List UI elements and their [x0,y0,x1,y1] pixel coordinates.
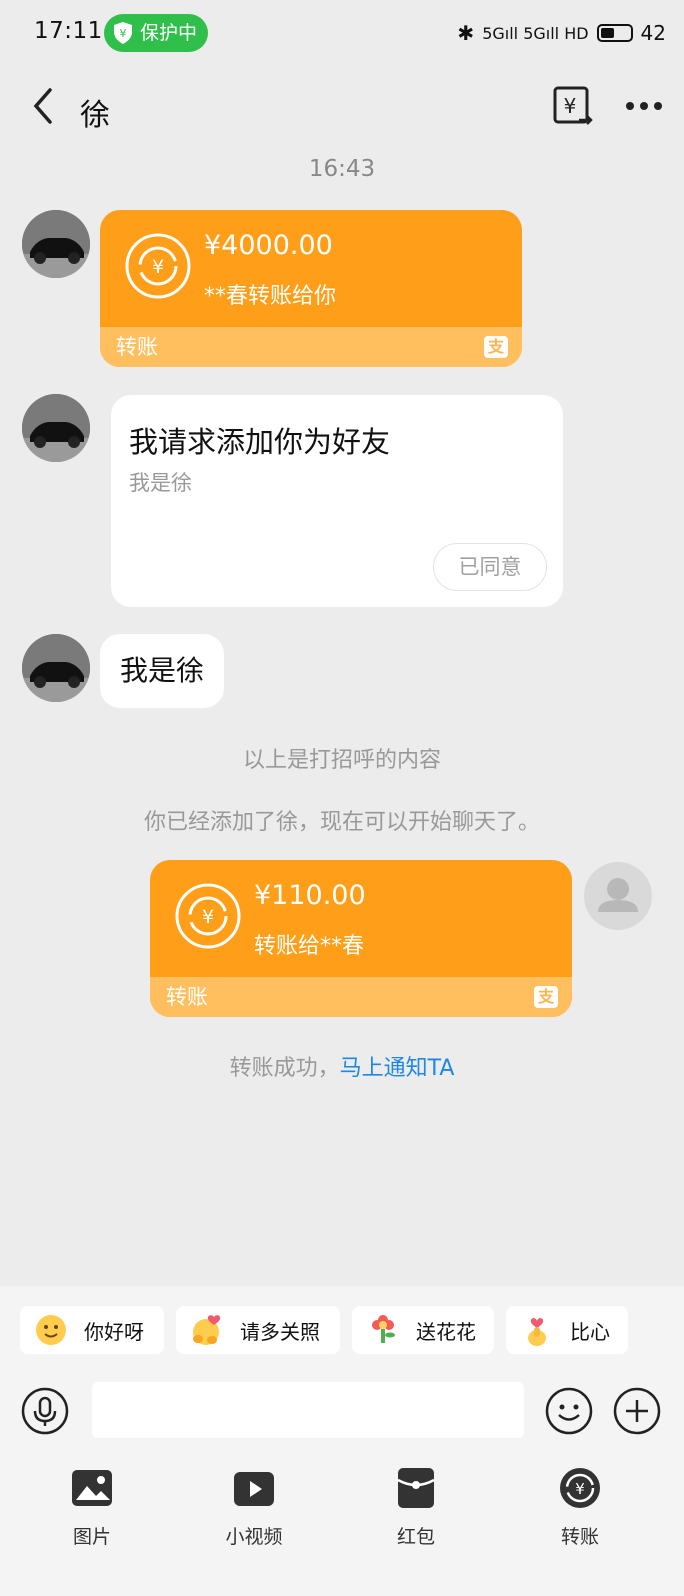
microphone-icon[interactable] [20,1386,70,1436]
back-arrow-icon[interactable] [28,86,58,126]
status-indicators: ✱ 5Gıll 5Gıll HD 42 [457,18,666,48]
status-time: 17:11 [34,18,103,44]
car-photo-icon [22,210,90,278]
contact-avatar[interactable] [22,394,90,462]
tool-image[interactable]: 图片 [42,1466,142,1549]
hugging-face-icon [193,1315,221,1345]
svg-text:¥: ¥ [564,94,577,118]
finger-heart-icon [528,1318,546,1346]
quick-reply-chip[interactable]: 请多关照 [176,1306,340,1354]
alipay-icon: 支 [484,336,508,358]
more-options-icon[interactable] [624,98,664,114]
transfer-description: **春转账给你 [204,284,337,309]
image-icon [72,1470,112,1506]
transfer-success-text: 转账成功， [229,1056,340,1081]
message-input[interactable] [92,1382,524,1438]
alipay-icon: 支 [534,986,558,1008]
agreed-button[interactable]: 已同意 [433,543,547,591]
system-message: 你已经添加了徐，现在可以开始聊天了。 [143,810,540,835]
message-timestamp: 16:43 [308,156,376,182]
tool-transfer[interactable]: ¥ 转账 [530,1466,630,1549]
quick-reply-label: 请多关照 [240,1319,320,1344]
quick-reply-label: 送花花 [416,1319,476,1344]
friend-request-card: 我请求添加你为好友 我是徐 已同意 [111,395,563,607]
friend-request-title: 我请求添加你为好友 [129,425,391,459]
tool-label: 红包 [396,1526,435,1548]
protection-badge[interactable]: ¥ 保护中 [104,14,208,52]
transfer-footer-label: 转账 [166,985,208,1009]
svg-text:¥: ¥ [152,256,164,278]
transfer-amount: ¥110.00 [254,880,366,911]
video-icon [234,1472,274,1506]
tool-red-packet[interactable]: 红包 [366,1466,466,1549]
tool-video[interactable]: 小视频 [204,1466,304,1549]
transfer-icon: ¥ [560,1468,600,1508]
battery-icon [596,24,633,42]
shield-icon: ¥ [114,22,132,44]
transfer-success-message: 转账成功，马上通知TA [0,1050,684,1082]
battery-level: 42 [640,21,666,45]
protection-label: 保护中 [140,22,198,44]
transfer-description: 转账给**春 [254,934,365,959]
contact-avatar[interactable] [22,210,90,278]
bluetooth-icon: ✱ [457,21,475,45]
tool-label: 转账 [560,1526,599,1548]
svg-text:¥: ¥ [575,1480,585,1498]
transfer-footer-label: 转账 [116,335,158,359]
my-avatar[interactable] [584,862,652,930]
signal-indicator: 5Gıll 5Gıll HD [482,23,589,43]
plus-icon[interactable] [612,1386,662,1436]
red-packet-icon [397,1468,435,1508]
quick-reply-chip[interactable]: 你好呀 [20,1306,164,1354]
outgoing-transfer-card[interactable]: ¥ ¥110.00 转账给**春 转账 支 [150,860,572,1017]
svg-text:¥: ¥ [202,906,214,928]
friend-request-subtitle: 我是徐 [129,471,192,495]
notify-link[interactable]: 马上通知TA [340,1056,455,1081]
transfer-amount: ¥4000.00 [204,230,333,261]
svg-text:¥: ¥ [120,27,127,40]
quick-reply-chip[interactable]: 比心 [506,1306,628,1354]
transfer-records-icon[interactable]: ¥ [553,86,593,128]
contact-avatar[interactable] [22,634,90,702]
system-message: 以上是打招呼的内容 [242,748,441,773]
emoji-icon[interactable] [544,1386,594,1436]
tool-label: 图片 [72,1526,111,1548]
tool-label: 小视频 [225,1526,283,1548]
transfer-coin-icon: ¥ [125,233,191,299]
quick-reply-chip[interactable]: 送花花 [352,1306,494,1354]
incoming-transfer-card[interactable]: ¥ ¥4000.00 **春转账给你 转账 支 [100,210,522,367]
quick-reply-label: 比心 [570,1319,610,1344]
chat-title: 徐 [80,98,110,133]
flower-icon [372,1315,395,1343]
car-photo-icon [22,394,90,462]
default-user-icon [598,878,638,912]
transfer-coin-icon: ¥ [175,883,241,949]
smiling-face-icon [36,1315,66,1345]
quick-reply-label: 你好呀 [84,1319,144,1344]
message-bubble[interactable]: 我是徐 [100,634,225,708]
car-photo-icon [22,634,90,702]
